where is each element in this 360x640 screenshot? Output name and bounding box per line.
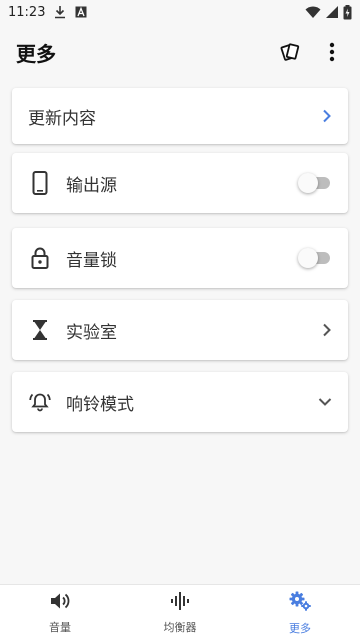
setting-label: 音量锁 [66, 250, 117, 271]
download-icon [53, 5, 67, 19]
setting-ringer-mode[interactable]: 响铃模式 [12, 372, 348, 432]
nav-label: 音量 [49, 620, 71, 634]
signal-icon [325, 5, 339, 19]
toggle-thumb [298, 248, 318, 268]
lock-icon [28, 246, 52, 270]
setting-label: 输出源 [66, 175, 117, 196]
nav-label: 均衡器 [163, 620, 197, 634]
status-right [305, 4, 352, 20]
nav-label: 更多 [289, 621, 311, 635]
hourglass-icon [28, 318, 52, 342]
chevron-right-icon [322, 323, 332, 337]
output-source-toggle[interactable] [298, 173, 332, 193]
top-app-bar: 更多 [0, 24, 360, 80]
setting-label: 响铃模式 [66, 394, 134, 415]
alarm-bell-icon [28, 390, 52, 414]
bottom-navigation: 音量 均衡器 更多 [0, 584, 360, 640]
equalizer-icon [169, 591, 191, 615]
setting-lab[interactable]: 实验室 [12, 300, 348, 360]
nav-item-more[interactable]: 更多 [240, 585, 360, 640]
toggle-thumb [298, 173, 318, 193]
a-notification-icon [75, 6, 87, 18]
app-bar-actions [278, 40, 344, 64]
status-bar: 11:23 [0, 0, 360, 24]
volume-lock-toggle[interactable] [298, 248, 332, 268]
nav-item-volume[interactable]: 音量 [0, 585, 120, 640]
page-title: 更多 [16, 41, 56, 66]
chevron-down-icon [318, 397, 332, 407]
setting-volume-lock[interactable]: 音量锁 [12, 228, 348, 288]
wifi-icon [305, 5, 321, 19]
cards-icon[interactable] [278, 40, 302, 64]
status-time: 11:23 [8, 4, 46, 20]
nav-item-equalizer[interactable]: 均衡器 [120, 585, 240, 640]
update-content-label: 更新内容 [28, 108, 96, 129]
setting-output-source[interactable]: 输出源 [12, 153, 348, 213]
toggle-switch[interactable] [298, 173, 332, 193]
update-content-card[interactable]: 更新内容 [12, 88, 348, 144]
battery-charging-icon [343, 4, 352, 20]
toggle-switch[interactable] [298, 248, 332, 268]
gears-icon [288, 590, 312, 616]
status-left: 11:23 [8, 5, 87, 20]
setting-label: 实验室 [66, 322, 117, 343]
volume-icon [49, 591, 71, 615]
more-vert-icon[interactable] [320, 40, 344, 64]
phone-icon [28, 171, 52, 195]
chevron-right-icon [322, 109, 332, 123]
